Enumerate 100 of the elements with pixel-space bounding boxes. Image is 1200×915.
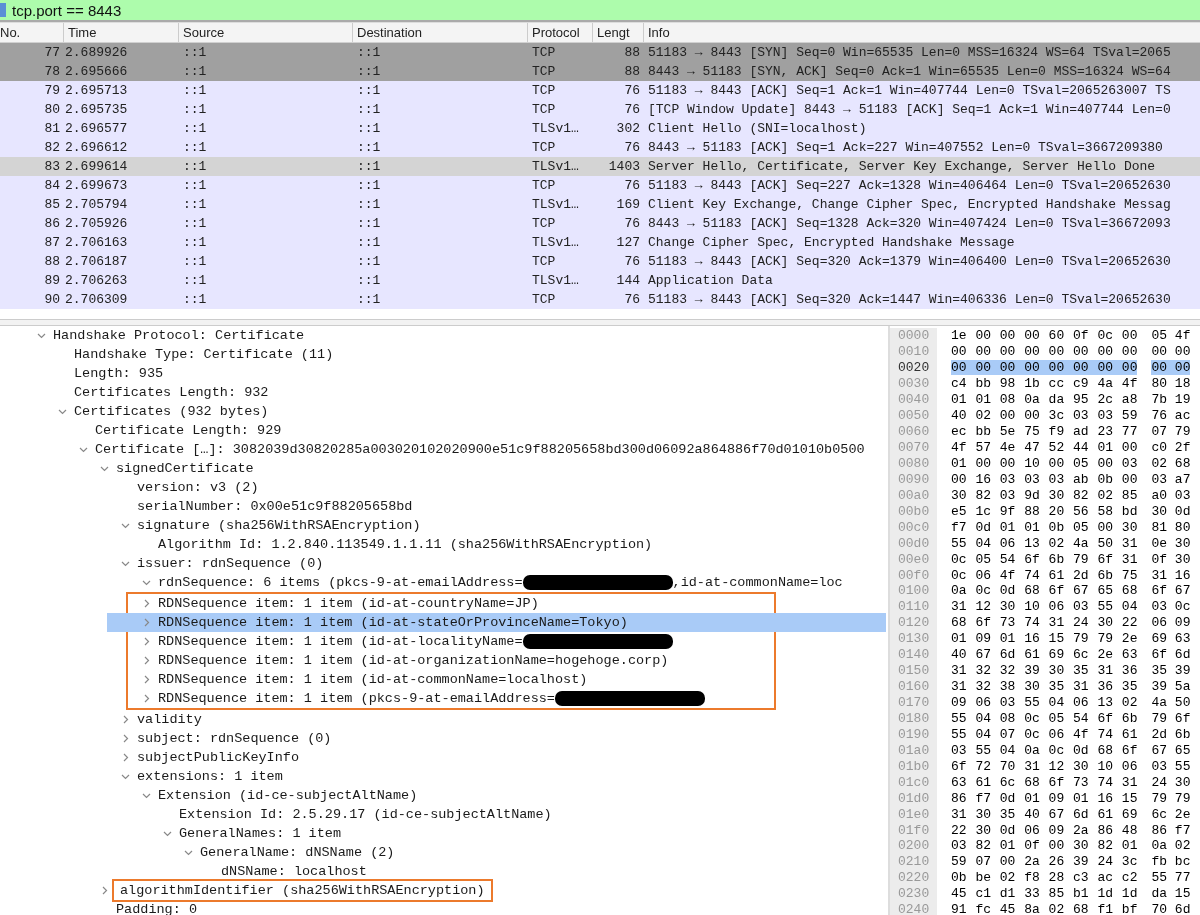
packet-row[interactable]: 83 2.699614 ::1 ::1 TLSv1… 1403 Server Hello, Certificate, Server Key Exchange, Server Hello Done xyxy=(0,157,1200,176)
tree-row[interactable]: issuer: rdnSequence (0) xyxy=(84,554,888,573)
hex-bytes[interactable]: 31 32 32 39 30 35 31 36 xyxy=(951,663,1138,679)
packet-row[interactable]: 78 2.695666 ::1 ::1 TCP 88 8443 → 51183 [SYN, ACK] Seq=0 Ack=1 Win=65535 Len=0 MSS=16324 WS=64 xyxy=(0,62,1200,81)
tree-row[interactable]: Handshake Type: Certificate (11) xyxy=(21,345,888,364)
chevron-down-icon[interactable] xyxy=(142,791,151,800)
hex-bytes[interactable]: 31 30 35 40 67 6d 61 69 xyxy=(951,806,1138,822)
hex-bytes[interactable]: 0b be 02 f8 28 c3 ac c2 xyxy=(951,870,1138,886)
hex-bytes[interactable]: 45 c1 d1 33 85 b1 1d 1d xyxy=(951,886,1138,902)
hex-bytes[interactable]: 02 68 xyxy=(1151,455,1191,471)
hex-bytes[interactable]: 22 30 0d 06 09 2a 86 48 xyxy=(951,822,1138,838)
chevron-right-icon[interactable] xyxy=(121,753,130,762)
hex-bytes[interactable]: 55 04 08 0c 05 54 6f 6b xyxy=(951,710,1138,726)
tree-row[interactable]: RDNSequence item: 1 item (id-at-localityName= xyxy=(107,632,774,651)
chevron-down-icon[interactable] xyxy=(142,578,151,587)
hex-bytes[interactable]: 31 12 30 10 06 03 55 04 xyxy=(951,599,1138,615)
tree-row[interactable]: signedCertificate xyxy=(63,459,888,478)
hex-bytes[interactable]: 4a 50 xyxy=(1151,695,1191,711)
column-header[interactable]: Lengt xyxy=(592,23,643,42)
hex-bytes[interactable]: 07 79 xyxy=(1151,424,1191,440)
tree-row[interactable]: Extension (id-ce-subjectAltName) xyxy=(105,786,888,805)
hex-bytes[interactable]: 40 67 6d 61 69 6c 2e 63 xyxy=(951,647,1138,663)
packet-row[interactable]: 85 2.705794 ::1 ::1 TLSv1… 169 Client Key Exchange, Change Cipher Spec, Encrypted Handshake Messag xyxy=(0,195,1200,214)
hex-bytes[interactable]: 91 fc 45 8a 02 68 f1 bf xyxy=(951,902,1138,915)
column-header[interactable]: Destination xyxy=(352,23,527,42)
packet-row[interactable]: 87 2.706163 ::1 ::1 TLSv1… 127 Change Cipher Spec, Encrypted Handshake Message xyxy=(0,233,1200,252)
hex-bytes[interactable]: 0e 30 xyxy=(1151,535,1191,551)
packet-row[interactable]: 88 2.706187 ::1 ::1 TCP 76 51183 → 8443 [ACK] Seq=320 Ack=1379 Win=406400 Len=0 TSval=20652630 xyxy=(0,252,1200,271)
chevron-down-icon[interactable] xyxy=(121,521,130,530)
tree-row[interactable]: extensions: 1 item xyxy=(84,767,888,786)
hex-bytes[interactable]: 03 a7 xyxy=(1151,471,1191,487)
tree-row[interactable]: signature (sha256WithRSAEncryption) xyxy=(84,516,888,535)
hex-bytes[interactable]: 86 f7 xyxy=(1151,822,1191,838)
hex-bytes[interactable]: 0f 30 xyxy=(1151,551,1191,567)
column-header[interactable]: Time xyxy=(63,23,178,42)
hex-bytes[interactable]: 31 16 xyxy=(1151,567,1191,583)
hex-bytes[interactable]: 00 00 00 00 00 00 00 00 xyxy=(951,344,1138,360)
hex-bytes[interactable]: ec bb 5e 75 f9 ad 23 77 xyxy=(951,424,1138,440)
hex-bytes[interactable]: 67 65 xyxy=(1151,742,1191,758)
tree-row[interactable]: version: v3 (2) xyxy=(84,478,888,497)
chevron-down-icon[interactable] xyxy=(100,464,109,473)
tree-row[interactable]: Handshake Protocol: Certificate xyxy=(0,326,888,345)
hex-bytes[interactable]: 59 07 00 2a 26 39 24 3c xyxy=(951,854,1138,870)
tree-row[interactable]: Certificates (932 bytes) xyxy=(21,402,888,421)
tree-row[interactable]: serialNumber: 0x00e51c9f88205658bd xyxy=(84,497,888,516)
hex-bytes[interactable]: 55 04 06 13 02 4a 50 31 xyxy=(951,535,1138,551)
hex-bytes[interactable]: 0a 02 xyxy=(1151,838,1191,854)
chevron-down-icon[interactable] xyxy=(163,829,172,838)
hex-bytes[interactable]: 55 77 xyxy=(1151,870,1191,886)
hex-bytes[interactable]: 1e 00 00 00 60 0f 0c 00 xyxy=(951,328,1138,344)
tree-row[interactable]: RDNSequence item: 1 item (id-at-organizationName=hogehoge.corp) xyxy=(107,651,774,670)
hex-bytes[interactable]: 2d 6b xyxy=(1151,726,1191,742)
hex-bytes[interactable]: 00 00 xyxy=(1151,360,1191,376)
hex-bytes[interactable]: 00 16 03 03 03 ab 0b 00 xyxy=(951,471,1138,487)
packet-row[interactable]: 81 2.696577 ::1 ::1 TLSv1… 302 Client Hello (SNI=localhost) xyxy=(0,119,1200,138)
chevron-down-icon[interactable] xyxy=(121,772,130,781)
packet-row[interactable]: 86 2.705926 ::1 ::1 TCP 76 8443 → 51183 [ACK] Seq=1328 Ack=320 Win=407424 Len=0 TSval=36672093 xyxy=(0,214,1200,233)
hex-bytes[interactable]: 7b 19 xyxy=(1151,392,1191,408)
hex-bytes[interactable]: f7 0d 01 01 0b 05 00 30 xyxy=(951,519,1138,535)
tree-row[interactable]: Certificate Length: 929 xyxy=(42,421,888,440)
hex-bytes[interactable]: 06 09 xyxy=(1151,615,1191,631)
hex-bytes[interactable]: 63 61 6c 68 6f 73 74 31 xyxy=(951,774,1138,790)
hex-bytes[interactable]: 00 00 xyxy=(1151,344,1191,360)
hex-bytes[interactable]: 6f 67 xyxy=(1151,583,1191,599)
column-header[interactable]: Info xyxy=(643,23,1200,42)
hex-bytes[interactable]: 70 6d xyxy=(1151,902,1191,915)
tree-row[interactable]: subjectPublicKeyInfo xyxy=(84,748,888,767)
hex-bytes[interactable]: 39 5a xyxy=(1151,679,1191,695)
tree-row[interactable]: Certificates Length: 932 xyxy=(21,383,888,402)
hex-bytes[interactable]: 30 0d xyxy=(1151,503,1191,519)
hex-bytes[interactable]: 01 00 00 10 00 05 00 03 xyxy=(951,455,1138,471)
packet-row[interactable]: 84 2.699673 ::1 ::1 TCP 76 51183 → 8443 [ACK] Seq=227 Ack=1328 Win=406464 Len=0 TSval=20652630 xyxy=(0,176,1200,195)
packet-row[interactable]: 82 2.696612 ::1 ::1 TCP 76 8443 → 51183 [ACK] Seq=1 Ack=227 Win=407552 Len=0 TSval=3667209380 xyxy=(0,138,1200,157)
chevron-down-icon[interactable] xyxy=(37,331,46,340)
hex-bytes[interactable]: 6c 2e xyxy=(1151,806,1191,822)
packet-row[interactable]: 77 2.689926 ::1 ::1 TCP 88 51183 → 8443 [SYN] Seq=0 Win=65535 Len=0 MSS=16324 WS=64 TSval=2065 xyxy=(0,43,1200,62)
hex-bytes[interactable]: 30 82 03 9d 30 82 02 85 xyxy=(951,487,1138,503)
hex-bytes[interactable]: 79 6f xyxy=(1151,710,1191,726)
hex-bytes[interactable]: fb bc xyxy=(1151,854,1191,870)
tree-row[interactable]: RDNSequence item: 1 item (id-at-stateOrProvinceName=Tokyo) xyxy=(107,613,886,632)
chevron-right-icon[interactable] xyxy=(142,675,151,684)
chevron-down-icon[interactable] xyxy=(79,445,88,454)
hex-bytes[interactable]: 09 06 03 55 04 06 13 02 xyxy=(951,695,1138,711)
hex-bytes[interactable]: 05 4f xyxy=(1151,328,1191,344)
hex-bytes[interactable]: 69 63 xyxy=(1151,631,1191,647)
hex-bytes[interactable]: 0c 05 54 6f 6b 79 6f 31 xyxy=(951,551,1138,567)
chevron-down-icon[interactable] xyxy=(184,848,193,857)
chevron-right-icon[interactable] xyxy=(142,618,151,627)
tree-row[interactable]: Length: 935 xyxy=(21,364,888,383)
hex-bytes[interactable]: 68 6f 73 74 31 24 30 22 xyxy=(951,615,1138,631)
chevron-down-icon[interactable] xyxy=(58,407,67,416)
tree-row[interactable]: validity xyxy=(84,710,888,729)
tree-row[interactable]: Padding: 0 xyxy=(63,900,888,915)
column-header[interactable]: Protocol xyxy=(527,23,592,42)
chevron-right-icon[interactable] xyxy=(142,694,151,703)
hex-bytes[interactable]: 79 79 xyxy=(1151,790,1191,806)
chevron-right-icon[interactable] xyxy=(142,599,151,608)
hex-bytes[interactable]: 6f 6d xyxy=(1151,647,1191,663)
tree-row[interactable]: GeneralName: dNSName (2) xyxy=(147,843,888,862)
packet-row[interactable]: 79 2.695713 ::1 ::1 TCP 76 51183 → 8443 [ACK] Seq=1 Ack=1 Win=407744 Len=0 TSval=2065263007 TS xyxy=(0,81,1200,100)
